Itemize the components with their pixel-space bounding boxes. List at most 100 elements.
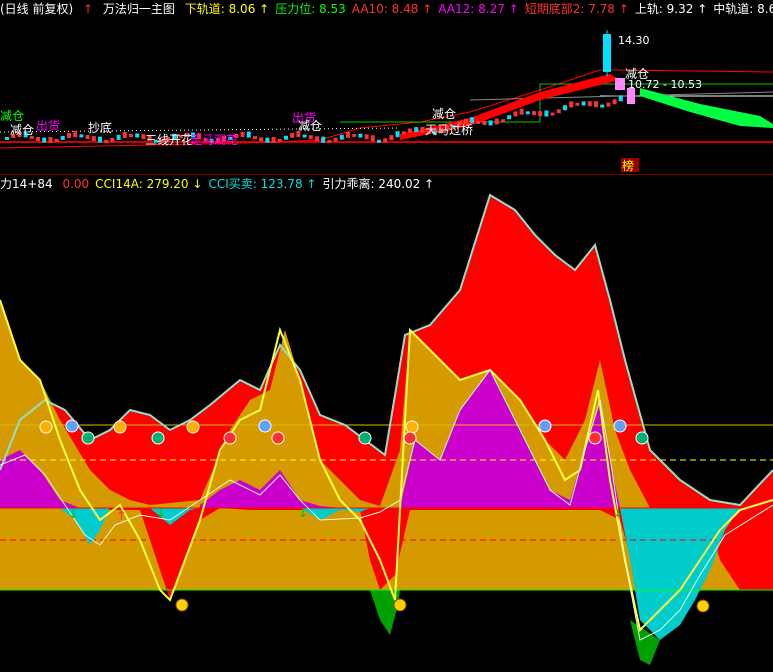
candle [110, 137, 115, 142]
chart-formula-name[interactable]: 万法归一主图 [103, 2, 175, 16]
chart-annotation: 抄底 [88, 120, 112, 135]
candle [290, 132, 295, 138]
blue-ball-icon [538, 419, 552, 433]
blue-ball-icon [613, 419, 627, 433]
candle [308, 135, 313, 140]
chart-annotation: 减仓 [298, 119, 322, 133]
candle [575, 102, 580, 106]
candle [494, 118, 499, 125]
candle [321, 136, 326, 143]
bell-down-icon [113, 420, 127, 434]
candle [54, 138, 59, 142]
down-arrow-icon: ↓ [298, 506, 308, 520]
mid-bar-item: 0.00 [62, 177, 90, 191]
candle [618, 95, 623, 102]
candle [544, 110, 549, 117]
candle [91, 136, 96, 142]
smiley-icon [175, 598, 189, 612]
candle [507, 115, 512, 120]
red-ball-icon [223, 431, 237, 445]
candle [73, 131, 78, 138]
candle [488, 120, 493, 126]
candle [606, 102, 611, 107]
candle [358, 133, 363, 138]
mid-bar-item: 引力乖离: 240.02 ↑ [322, 177, 435, 191]
smiley-icon [696, 599, 710, 613]
candle [116, 134, 121, 140]
candle [370, 135, 375, 142]
candle [333, 137, 338, 142]
candle [352, 134, 357, 138]
candle [277, 138, 282, 142]
top-bar-item: 下轨道: 8.06 ↑ [184, 2, 270, 16]
candle [104, 139, 109, 143]
down-arrow-icon: ↓ [68, 507, 78, 521]
candle [253, 136, 257, 140]
price-panel-header: (日线 前复权) ↑ 万法归一主图 下轨道: 8.06 ↑ 压力位: 8.53 AA… [0, 0, 773, 18]
candle [135, 133, 140, 138]
candle [60, 135, 65, 140]
candle [389, 135, 394, 141]
candle [569, 101, 574, 108]
candle [67, 133, 71, 139]
red-ball-icon [271, 431, 285, 445]
top-bar-item: 中轨道: 8.68 [713, 2, 773, 16]
candle [600, 104, 605, 108]
candle [346, 131, 350, 138]
down-arrow-icon: ↓ [156, 506, 166, 520]
chart-annotation: 减仓 [432, 107, 456, 121]
candle [240, 132, 245, 138]
candle [79, 134, 84, 138]
candle [612, 99, 617, 105]
candle [284, 135, 288, 140]
candle [513, 111, 518, 117]
red-ball-icon [403, 431, 417, 445]
candle [327, 139, 332, 143]
up-arrow-icon: ↑ [116, 509, 127, 524]
candle [129, 134, 133, 138]
candle [85, 135, 90, 140]
chart-title: (日线 前复权) [0, 2, 74, 16]
check-down-icon [151, 431, 165, 445]
smiley-icon [393, 598, 407, 612]
indicator-name[interactable]: 力14+84 [0, 177, 53, 191]
up-arrow-icon[interactable]: ↑ [83, 2, 93, 16]
candle [395, 131, 400, 138]
candle [339, 134, 344, 140]
candle [364, 134, 369, 140]
cci-panel: ↓ ↓ ↓ ↓ ↑ [0, 193, 773, 665]
check-down-icon [635, 431, 649, 445]
blue-ball-icon [65, 419, 79, 433]
chart-annotation: 走马观花 [190, 132, 238, 147]
candle [98, 136, 102, 143]
down-arrow-icon: ↓ [613, 506, 623, 520]
candle [532, 111, 536, 116]
chart-annotation: 减仓 [0, 109, 24, 123]
check-down-icon [358, 431, 372, 445]
check-down-icon [81, 431, 95, 445]
candle [556, 109, 561, 114]
candle [550, 112, 555, 116]
price-panel: 14.30 10.72 - 10.53 榜 减仓减仓 抄底出货三线开花走马观花出货… [0, 30, 773, 173]
top-bar-item: 上轨: 9.32 ↑ [634, 2, 708, 16]
indicator-header: 力14+84 0.00 CCI14A: 279.20 ↓ CCI买卖: 123.78… [0, 174, 773, 193]
bell-down-icon [186, 420, 200, 434]
bell-down-icon [39, 420, 53, 434]
tag-label: 榜 [622, 158, 634, 173]
top-bar-item: AA10: 8.48 ↑ [351, 2, 433, 16]
candle [271, 136, 276, 143]
mid-bar-item: CCI买卖: 123.78 ↑ [208, 177, 317, 191]
candle [414, 127, 419, 133]
high-price-label: 14.30 [618, 34, 650, 47]
top-bar-item: AA12: 8.27 ↑ [438, 2, 519, 16]
candle [265, 137, 270, 143]
candle [5, 137, 9, 140]
chart-annotation: 减仓 [625, 67, 649, 81]
candle [122, 131, 127, 138]
chart-annotation: 减仓 [10, 123, 34, 137]
candle [482, 121, 487, 126]
candle [501, 119, 505, 123]
candle [519, 108, 524, 115]
chart-annotation: 出货 [36, 118, 60, 133]
candle [401, 131, 406, 135]
